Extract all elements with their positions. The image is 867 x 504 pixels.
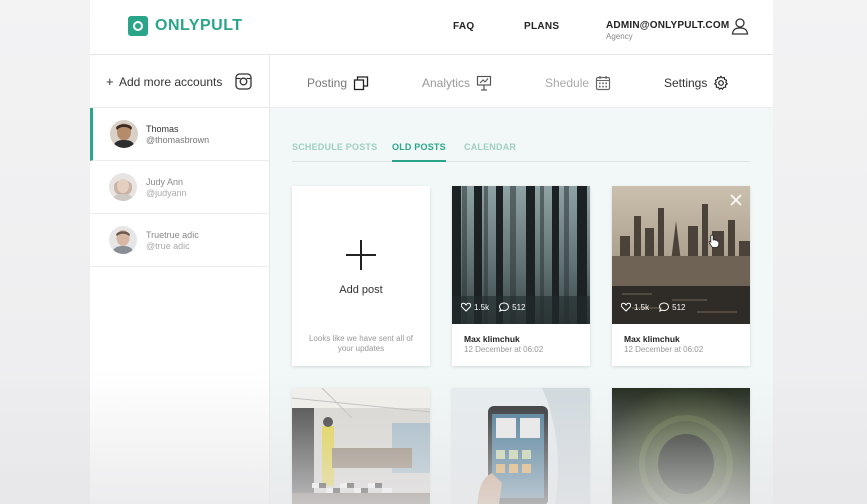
nav-plans-link[interactable]: PLANS — [524, 21, 559, 32]
tab-analytics[interactable]: Analytics — [422, 75, 492, 91]
post-image-tunnel[interactable] — [612, 388, 750, 504]
avatar — [109, 173, 137, 201]
hand-cursor-icon — [708, 234, 720, 248]
account-name: Truetrue adic — [146, 230, 199, 240]
post-card[interactable] — [612, 388, 750, 504]
post-stats: 1.5k 512 — [461, 302, 535, 312]
post-card[interactable] — [292, 388, 430, 504]
post-author: Max klimchuk — [464, 334, 520, 344]
heart-icon[interactable] — [461, 302, 471, 312]
nav-faq-link[interactable]: FAQ — [453, 21, 474, 32]
post-date: 12 December at 06:02 — [464, 345, 544, 354]
comment-icon[interactable] — [659, 302, 670, 312]
account-handle: @thomasbrown — [146, 135, 210, 145]
posts-content: SCHEDULE POSTS OLD POSTS CALENDAR Add po… — [270, 108, 773, 504]
post-card[interactable]: 1.5k 512 Max klimchuk 12 December at 06:… — [452, 186, 590, 366]
posting-icon — [353, 76, 369, 91]
account-info[interactable]: ADMIN@ONLYPULT.COM Agency — [606, 20, 729, 41]
app-frame: ONLYPULT FAQ PLANS ADMIN@ONLYPULT.COM Ag… — [90, 0, 773, 504]
account-item-thomas[interactable]: Thomas @thomasbrown — [90, 108, 269, 161]
likes-count: 1.5k — [634, 302, 650, 312]
avatar — [110, 120, 138, 148]
account-role: Agency — [606, 32, 633, 41]
subtab-schedule-posts[interactable]: SCHEDULE POSTS — [292, 142, 377, 160]
post-card[interactable]: 1.5k 512 Max klimchuk 12 December at 06:… — [612, 186, 750, 366]
post-image-phone[interactable] — [452, 388, 590, 504]
subtab-calendar[interactable]: CALENDAR — [464, 142, 516, 160]
account-item-truetrue[interactable]: Truetrue adic @true adic — [90, 214, 269, 267]
tab-posting[interactable]: Posting — [307, 75, 369, 91]
comments-count: 512 — [672, 302, 686, 312]
post-stats: 1.5k 512 — [621, 302, 695, 312]
heart-icon[interactable] — [621, 302, 631, 312]
calendar-icon — [595, 76, 611, 91]
logo-camera-icon — [128, 16, 148, 36]
accounts-sidebar: + Add more accounts Thomas @thomasbrown — [90, 55, 270, 504]
tab-label: Settings — [664, 76, 708, 90]
post-card[interactable] — [452, 388, 590, 504]
post-date: 12 December at 06:02 — [624, 345, 704, 354]
add-accounts-label: Add more accounts — [119, 75, 223, 89]
subtab-old-posts[interactable]: OLD POSTS — [392, 142, 446, 162]
gear-icon — [714, 75, 729, 90]
sub-tabs: SCHEDULE POSTS OLD POSTS CALENDAR — [292, 142, 750, 162]
add-post-note: Looks like we have sent all of your upda… — [308, 334, 414, 353]
account-handle: @judyann — [146, 188, 187, 198]
tab-settings[interactable]: Settings — [664, 75, 729, 91]
user-icon[interactable] — [731, 17, 749, 35]
close-icon[interactable] — [728, 192, 744, 208]
account-email: ADMIN@ONLYPULT.COM — [606, 20, 730, 31]
tab-shedule[interactable]: Shedule — [545, 75, 611, 91]
account-handle: @true adic — [146, 241, 190, 251]
account-item-judyann[interactable]: Judy Ann @judyann — [90, 161, 269, 214]
logo[interactable]: ONLYPULT — [128, 16, 243, 36]
add-post-label: Add post — [339, 284, 383, 296]
comment-icon[interactable] — [499, 302, 510, 312]
account-name: Thomas — [146, 124, 179, 134]
plus-icon: + — [106, 74, 114, 89]
tab-label: Shedule — [545, 76, 590, 90]
account-name: Judy Ann — [146, 177, 184, 187]
tab-label: Posting — [307, 76, 348, 90]
comments-count: 512 — [512, 302, 526, 312]
main-tabs: Posting Analytics Shedule Settings — [270, 55, 773, 108]
presentation-chart-icon — [476, 75, 492, 91]
top-header: ONLYPULT FAQ PLANS ADMIN@ONLYPULT.COM Ag… — [90, 0, 773, 55]
avatar — [109, 226, 137, 254]
tab-label: Analytics — [422, 76, 471, 90]
instagram-icon[interactable] — [235, 73, 252, 90]
logo-text: ONLYPULT — [155, 17, 243, 34]
post-author: Max klimchuk — [624, 334, 680, 344]
post-image-restaurant[interactable] — [292, 388, 430, 504]
add-post-card[interactable]: Add post Looks like we have sent all of … — [292, 186, 430, 366]
likes-count: 1.5k — [474, 302, 490, 312]
add-accounts-button[interactable]: + Add more accounts — [90, 55, 269, 108]
plus-icon — [346, 240, 376, 270]
